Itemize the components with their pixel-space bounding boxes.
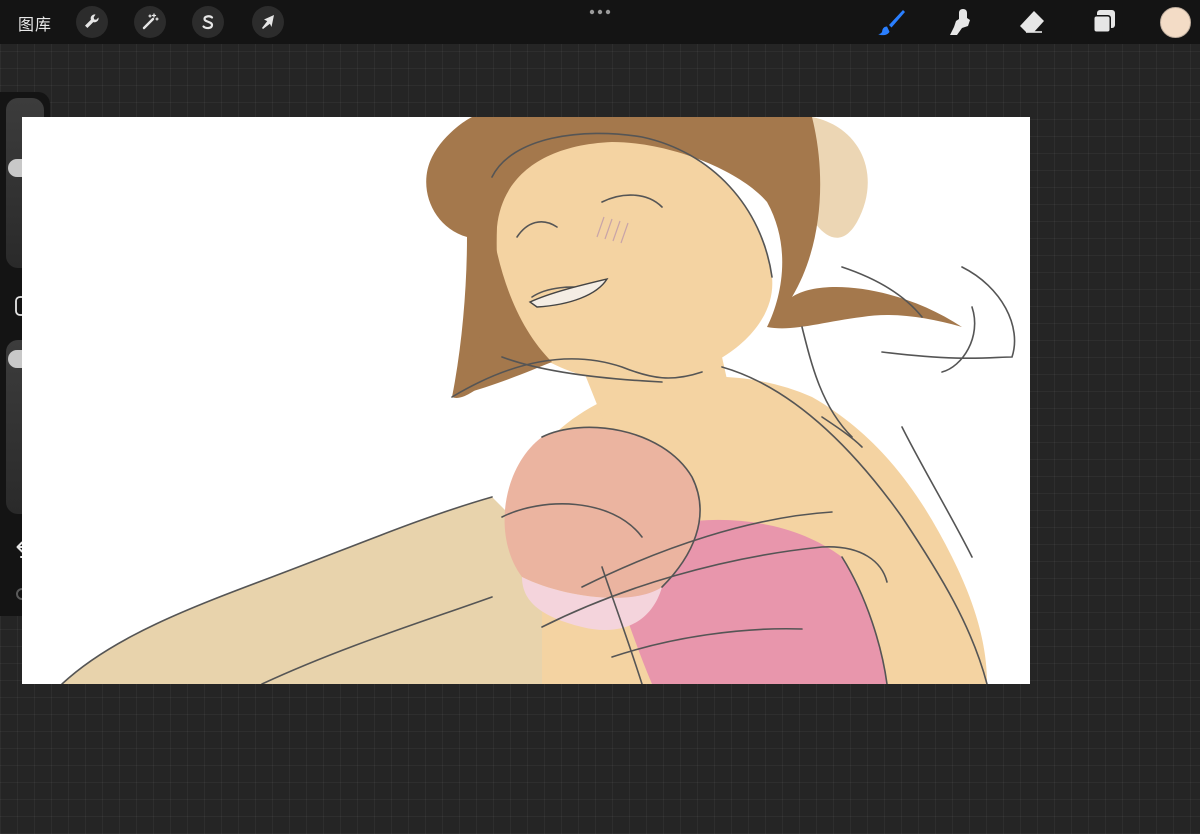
adjustments-button[interactable] (134, 6, 166, 38)
arm-fill (62, 497, 582, 684)
transform-button[interactable] (252, 6, 284, 38)
artwork (61, 117, 1016, 684)
arrow-cursor-icon (262, 15, 274, 29)
more-dots-icon[interactable] (588, 8, 612, 16)
actions-button[interactable] (76, 6, 108, 38)
smudge-icon[interactable] (946, 7, 976, 37)
brush-icon[interactable] (876, 7, 906, 37)
wrench-icon (85, 14, 99, 28)
top-toolbar: 图库 (0, 0, 1200, 44)
eraser-icon[interactable] (1017, 7, 1047, 37)
magic-wand-icon (142, 13, 159, 30)
color-picker-swatch[interactable] (1160, 7, 1191, 38)
gallery-link[interactable]: 图库 (18, 11, 52, 35)
selection-s-icon (202, 15, 214, 30)
drawing-canvas[interactable] (22, 117, 1030, 684)
layers-icon[interactable] (1089, 7, 1119, 37)
selection-button[interactable] (192, 6, 224, 38)
